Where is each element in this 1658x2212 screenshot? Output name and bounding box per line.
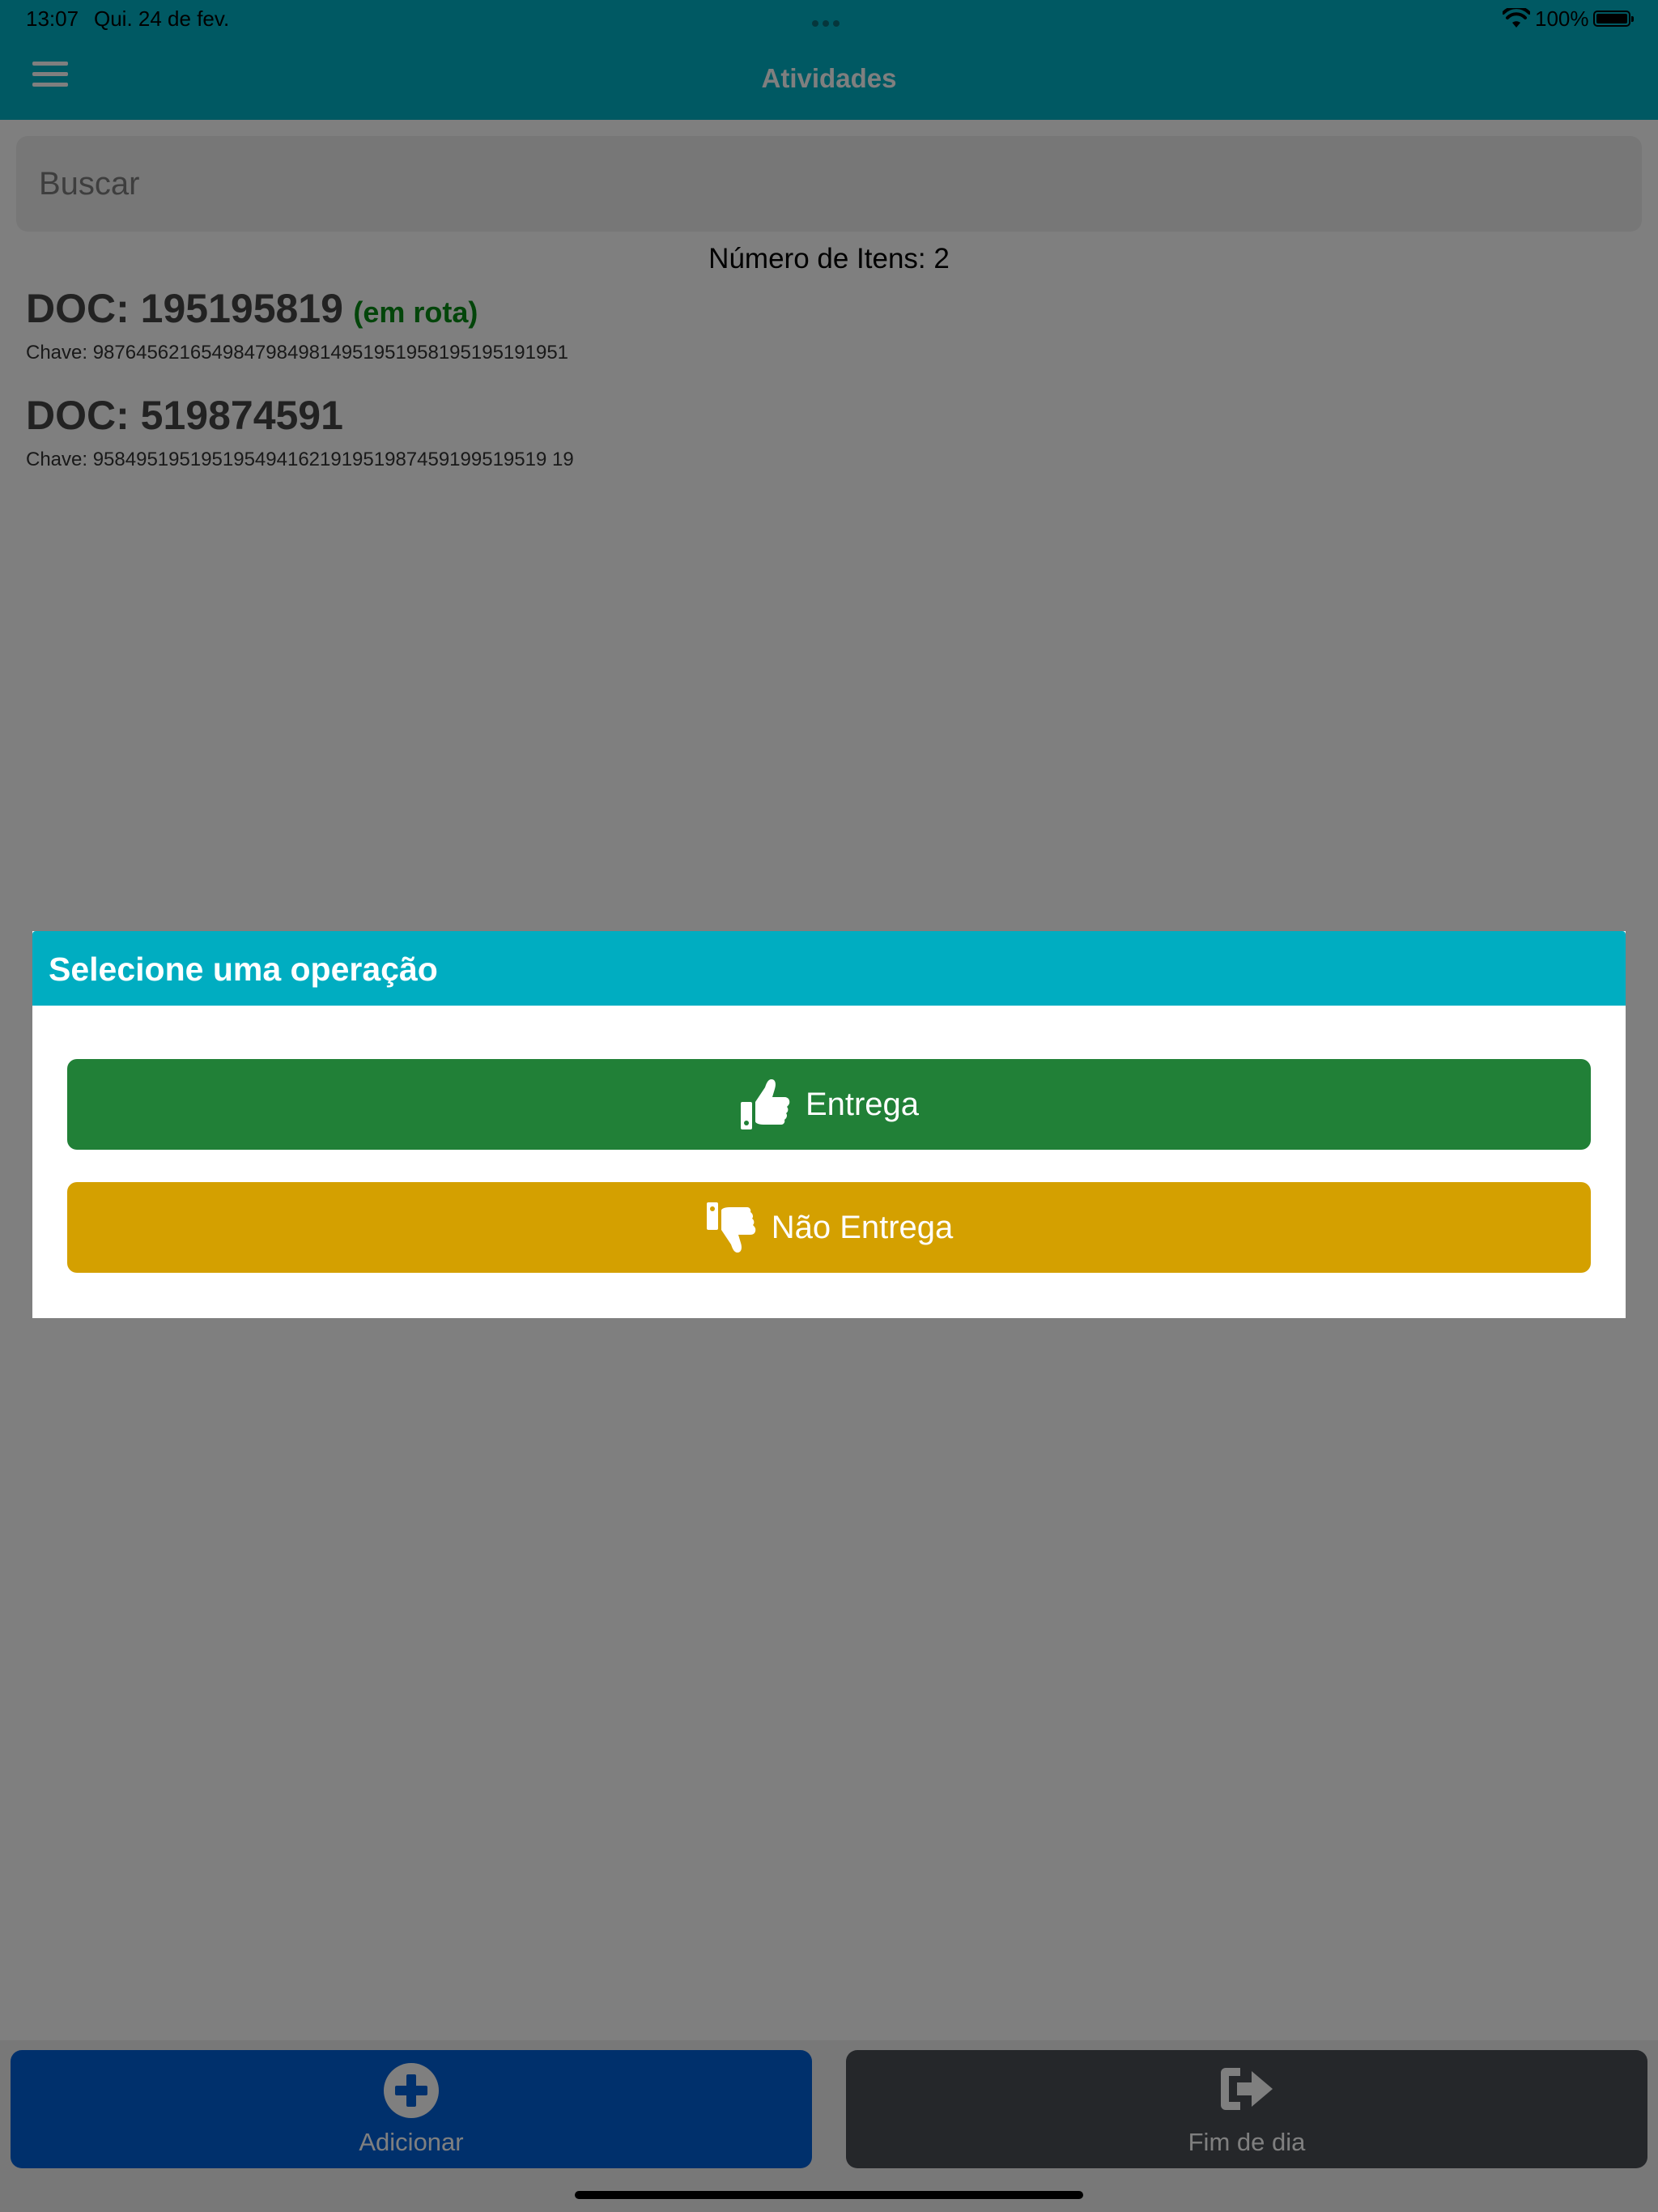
- delivery-button-label: Entrega: [805, 1086, 920, 1122]
- home-indicator[interactable]: [575, 2191, 1083, 2199]
- operation-modal: Selecione uma operação Entrega Não Entre…: [32, 931, 1626, 1318]
- thumbs-down-icon: [706, 1202, 755, 1253]
- no-delivery-button[interactable]: Não Entrega: [67, 1182, 1591, 1273]
- thumbs-up-icon: [740, 1079, 790, 1129]
- modal-header: Selecione uma operação: [32, 931, 1626, 1006]
- modal-title: Selecione uma operação: [49, 951, 438, 988]
- no-delivery-button-label: Não Entrega: [771, 1209, 954, 1245]
- delivery-button[interactable]: Entrega: [67, 1059, 1591, 1150]
